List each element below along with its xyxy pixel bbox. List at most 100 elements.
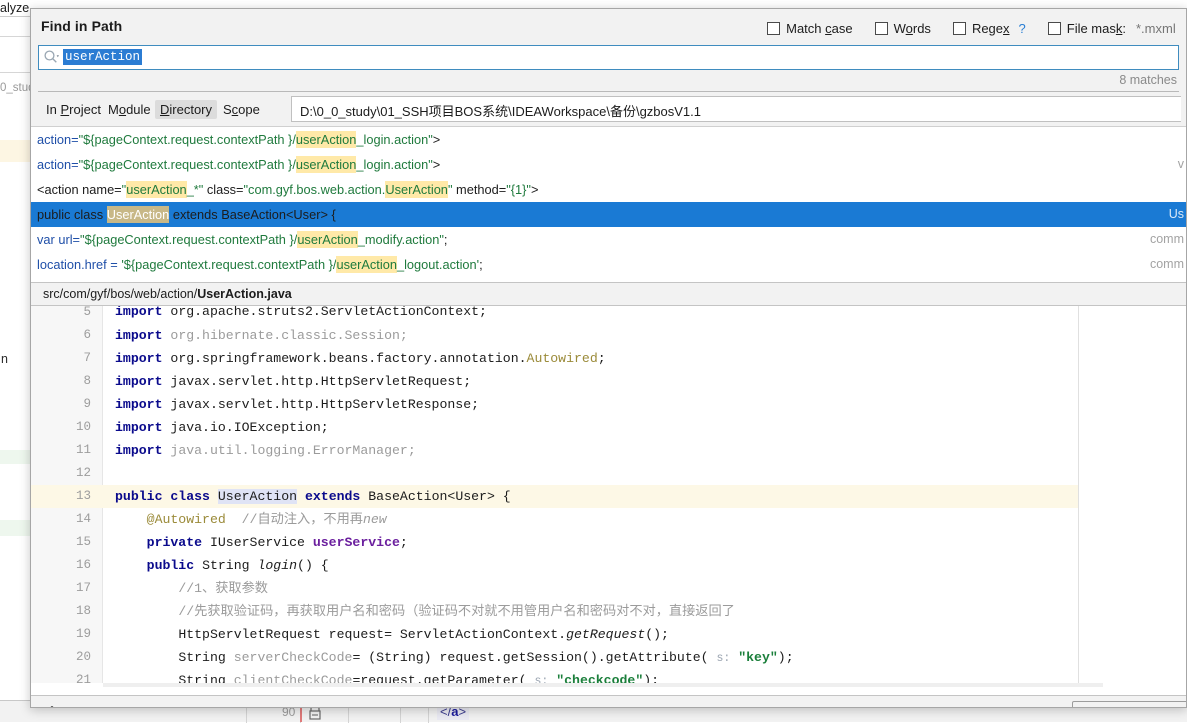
find-in-path-dialog: Find in Path Match case Words Regex ? Fi… xyxy=(30,8,1187,708)
code-line: 10import java.io.IOException; xyxy=(31,416,1186,439)
match-case-checkbox[interactable] xyxy=(767,22,780,35)
result-file-name: comm xyxy=(1150,252,1184,277)
code-text: HttpServletRequest request= ServletActio… xyxy=(115,623,669,646)
match-highlight: UserAction xyxy=(385,181,448,198)
result-text-fragment: _*" xyxy=(187,182,204,197)
scope-tab-directory[interactable]: Directory xyxy=(155,100,217,119)
code-token xyxy=(115,581,178,596)
code-preview-panel[interactable]: 5 import org.apache.struts2.ServletAction… xyxy=(31,306,1186,695)
code-token: import xyxy=(115,443,170,458)
regex-checkbox[interactable] xyxy=(953,22,966,35)
result-text-fragment: ; xyxy=(444,232,448,247)
line-number: 15 xyxy=(31,531,91,554)
match-highlight: userAction xyxy=(296,156,356,173)
result-text-fragment: ; xyxy=(479,257,483,272)
code-text: import org.hibernate.classic.Session; xyxy=(115,324,408,347)
code-token: = (String) request.getSession().getAttri… xyxy=(352,650,716,665)
line-number: 5 xyxy=(31,306,91,318)
code-token: java.util.logging.ErrorManager; xyxy=(170,443,415,458)
menu-analyze-label[interactable]: alyze xyxy=(0,1,29,15)
result-text-fragment: extends BaseAction<User> { xyxy=(169,207,335,222)
code-token: String xyxy=(178,650,233,665)
code-token: //1、获取参数 xyxy=(178,581,268,596)
file-mask-input[interactable] xyxy=(1132,19,1186,37)
gear-icon[interactable] xyxy=(43,705,63,708)
matches-count: 8 matches xyxy=(1119,73,1177,87)
result-text-fragment: "{1}" xyxy=(506,182,531,197)
code-token: //自动注入，不用再 xyxy=(242,512,363,527)
code-token: import xyxy=(115,420,170,435)
search-result-row[interactable]: public class UserAction extends BaseActi… xyxy=(31,202,1186,227)
code-token xyxy=(115,558,147,573)
option-words[interactable]: Words xyxy=(875,21,931,36)
scope-row: In Project Module Directory Scope D:\0_0… xyxy=(31,96,1186,124)
option-regex[interactable]: Regex ? xyxy=(953,21,1026,36)
code-text: import java.util.logging.ErrorManager; xyxy=(115,439,416,462)
preview-file-path-bar[interactable]: src/com/gyf/bos/web/action/UserAction.ja… xyxy=(31,282,1186,306)
code-token: IUserService xyxy=(210,535,313,550)
code-token: ; xyxy=(598,351,606,366)
code-preview-right-margin xyxy=(1078,306,1186,695)
match-highlight: userAction xyxy=(297,231,357,248)
code-text: import java.io.IOException; xyxy=(115,416,329,439)
code-token: (); xyxy=(645,627,669,642)
code-token: //先获取验证码，再获取用户名和密码（验证码不对就不用管用户名和密码对不对，直接… xyxy=(178,604,735,619)
line-number: 11 xyxy=(31,439,91,462)
code-token: @Autowired xyxy=(147,512,226,527)
code-token: import xyxy=(115,351,170,366)
code-token xyxy=(297,489,305,504)
result-text-fragment: action= xyxy=(37,157,79,172)
line-number: 17 xyxy=(31,577,91,600)
code-horizontal-scrollbar[interactable] xyxy=(103,683,1103,687)
scope-tab-module[interactable]: Module xyxy=(103,100,156,119)
search-result-row[interactable]: var url="${pageContext.request.contextPa… xyxy=(31,227,1186,252)
search-result-row[interactable]: <action name="userAction_*" class="com.g… xyxy=(31,177,1186,202)
scope-tab-in-project[interactable]: In Project xyxy=(41,100,106,119)
scope-directory-input[interactable]: D:\0_0_study\01_SSH项目BOS系统\IDEAWorkspace… xyxy=(291,96,1181,122)
option-match-case[interactable]: Match case xyxy=(767,21,852,36)
open-in-find-window-button[interactable]: Open in Find Window xyxy=(1072,701,1187,708)
search-result-row[interactable]: action="${pageContext.request.contextPat… xyxy=(31,127,1186,152)
search-input-value[interactable]: userAction xyxy=(63,49,142,65)
code-line: 18 //先获取验证码，再获取用户名和密码（验证码不对就不用管用户名和密码对不对… xyxy=(31,600,1186,623)
code-text: import org.apache.struts2.ServletActionC… xyxy=(115,306,487,318)
search-icon[interactable] xyxy=(43,49,60,66)
file-mask-checkbox[interactable] xyxy=(1048,22,1061,35)
code-token: org.springframework.beans.factory.annota… xyxy=(170,351,526,366)
code-line: 17 //1、获取参数 xyxy=(31,577,1186,600)
line-number: 12 xyxy=(31,462,91,485)
words-checkbox[interactable] xyxy=(875,22,888,35)
result-text-fragment: location.href = xyxy=(37,257,121,272)
result-text-fragment: "${pageContext.request.contextPath }/ xyxy=(79,132,296,147)
match-highlight: userAction xyxy=(126,181,186,198)
result-file-name: v xyxy=(1178,152,1184,177)
code-line: 16 public String login() { xyxy=(31,554,1186,577)
code-token: import xyxy=(115,397,170,412)
code-token: new xyxy=(363,512,387,527)
code-token: private xyxy=(147,535,210,550)
code-text: import javax.servlet.http.HttpServletRes… xyxy=(115,393,479,416)
search-result-row[interactable]: action="${pageContext.request.contextPat… xyxy=(31,152,1186,177)
code-text: public class UserAction extends BaseActi… xyxy=(115,485,511,508)
search-field[interactable]: userAction xyxy=(38,45,1179,70)
code-line: 5 import org.apache.struts2.ServletAction… xyxy=(31,306,1186,324)
preview-file-dir: src/com/gyf/bos/web/action/ xyxy=(43,287,197,301)
preview-file-path: src/com/gyf/bos/web/action/UserAction.ja… xyxy=(43,287,292,301)
search-results-list[interactable]: action="${pageContext.request.contextPat… xyxy=(31,126,1186,282)
result-text-fragment: _logout.action' xyxy=(397,257,479,272)
result-text-fragment: class= xyxy=(203,182,243,197)
result-text-fragment: > xyxy=(433,157,440,172)
code-text: private IUserService userService; xyxy=(115,531,408,554)
code-token: ); xyxy=(778,650,794,665)
search-result-row[interactable]: location.href = '${pageContext.request.c… xyxy=(31,252,1186,277)
scope-tab-scope[interactable]: Scope xyxy=(218,100,265,119)
code-token: extends xyxy=(305,489,368,504)
result-text-fragment: action= xyxy=(37,132,79,147)
code-line: 19 HttpServletRequest request= ServletAc… xyxy=(31,623,1186,646)
option-file-mask[interactable]: File mask: xyxy=(1048,19,1186,37)
editor-highlight-strip-green-a xyxy=(0,450,30,464)
code-token: () { xyxy=(297,558,329,573)
code-line: 8import javax.servlet.http.HttpServletRe… xyxy=(31,370,1186,393)
code-token: String xyxy=(202,558,257,573)
regex-help-link[interactable]: ? xyxy=(1019,21,1026,36)
